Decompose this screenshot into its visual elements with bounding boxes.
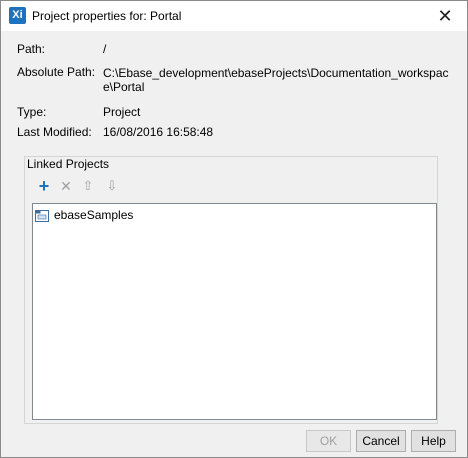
title-bar: Xi Project properties for: Portal ✕: [1, 1, 467, 31]
move-up-icon[interactable]: ⇧: [79, 177, 97, 195]
cancel-button[interactable]: Cancel: [356, 430, 406, 452]
project-properties-dialog: Xi Project properties for: Portal ✕ Path…: [0, 0, 468, 458]
path-value: /: [103, 42, 107, 56]
type-value: Project: [103, 105, 141, 119]
list-item-label: ebaseSamples: [54, 208, 134, 222]
list-item[interactable]: ebaseSamples: [35, 207, 133, 223]
project-folder-icon: [35, 209, 49, 222]
close-button[interactable]: ✕: [423, 1, 467, 31]
absolute-path-value: C:\Ebase_development\ebaseProjects\Docum…: [103, 66, 449, 94]
app-icon: Xi: [9, 7, 26, 24]
last-modified-value: 16/08/2016 16:58:48: [103, 125, 214, 139]
window-title: Project properties for: Portal: [32, 9, 182, 23]
path-label: Path:: [17, 42, 46, 56]
type-label: Type:: [17, 105, 47, 119]
help-button[interactable]: Help: [411, 430, 456, 452]
add-icon[interactable]: +: [35, 177, 53, 195]
ok-button[interactable]: OK: [306, 430, 351, 452]
last-modified-label: Last Modified:: [17, 125, 92, 139]
remove-icon[interactable]: ✕: [57, 177, 75, 195]
linked-projects-list[interactable]: ebaseSamples: [32, 203, 437, 420]
absolute-path-label: Absolute Path:: [17, 65, 96, 79]
linked-projects-title: Linked Projects: [25, 157, 112, 171]
move-down-icon[interactable]: ⇩: [103, 177, 121, 195]
